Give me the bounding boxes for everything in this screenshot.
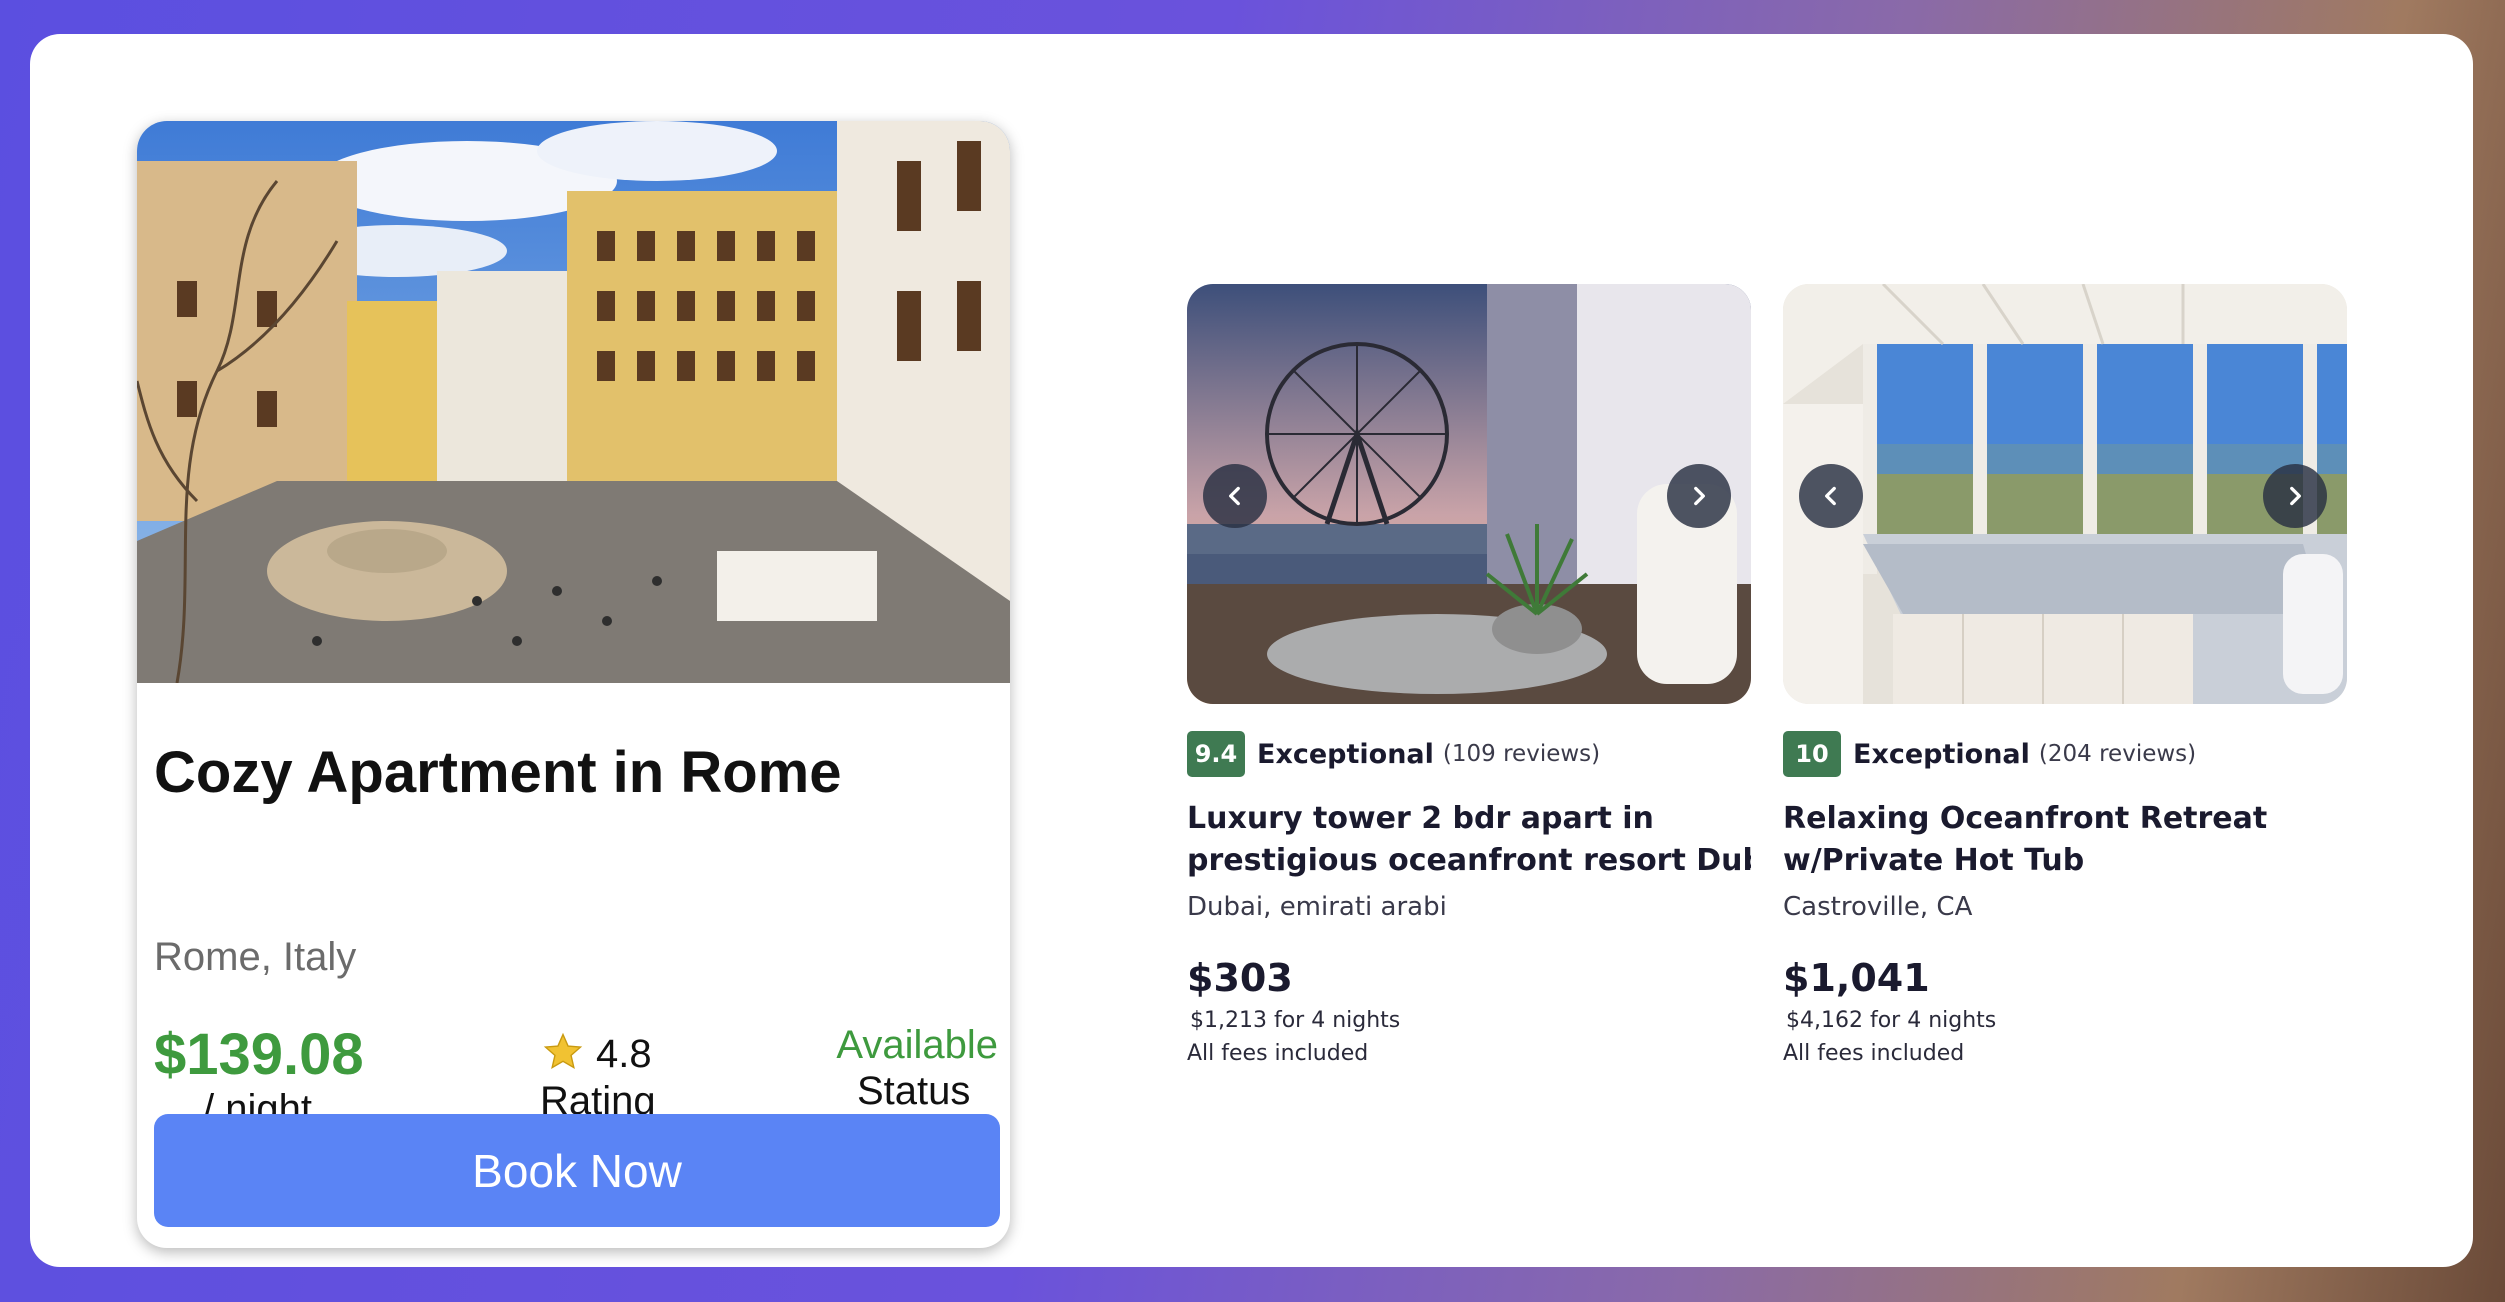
listing-nightly-price: $1,041	[1783, 956, 1930, 1000]
listing-total-price: $4,162 for 4 nights	[1786, 1008, 1997, 1033]
previous-photo-button[interactable]	[1203, 464, 1267, 528]
review-score-row: 9.4 Exceptional (109 reviews)	[1187, 731, 1600, 777]
chevron-left-icon	[1825, 486, 1836, 506]
review-score-label: Exceptional	[1853, 738, 2030, 770]
listing-location: Rome, Italy	[154, 935, 357, 979]
listing-photo-dubai[interactable]	[1187, 284, 1751, 704]
review-score-row: 10 Exceptional (204 reviews)	[1783, 731, 2196, 777]
listing-title-line: prestigious oceanfront resort Dub...	[1187, 843, 1751, 878]
next-photo-button[interactable]	[2263, 464, 2327, 528]
listing-total-price: $1,213 for 4 nights	[1190, 1008, 1401, 1033]
chevron-left-icon	[1229, 486, 1240, 506]
listing-title-line: w/Private Hot Tub	[1783, 843, 2085, 878]
book-now-button[interactable]: Book Now	[154, 1114, 1000, 1227]
review-count: (109 reviews)	[1442, 741, 1601, 767]
content-panel: Cozy Apartment in Rome Rome, Italy $139.…	[30, 34, 2473, 1267]
listing-location: Castroville, CA	[1783, 892, 1973, 922]
listing-nightly-price: $303	[1187, 956, 1293, 1000]
review-count: (204 reviews)	[2038, 741, 2197, 767]
rating-value: 4.8	[596, 1032, 652, 1076]
listing-title: Cozy Apartment in Rome	[154, 740, 842, 805]
review-score-badge: 10	[1783, 731, 1841, 777]
star-icon	[542, 1031, 584, 1078]
review-score-label: Exceptional	[1257, 738, 1434, 770]
featured-listing-card: Cozy Apartment in Rome Rome, Italy $139.…	[137, 121, 1010, 1248]
listing-photo-castroville[interactable]	[1783, 284, 2347, 704]
listing-title-link[interactable]: Luxury tower 2 bdr apart in prestigious …	[1187, 798, 1751, 882]
status-label: Status	[857, 1069, 971, 1113]
listing-card-dubai[interactable]: 9.4 Exceptional (109 reviews) Luxury tow…	[1187, 284, 1751, 1066]
chevron-right-icon	[1694, 486, 1705, 506]
review-score-badge: 9.4	[1187, 731, 1245, 777]
rating-row: 4.8	[542, 1031, 652, 1078]
listing-card-castroville[interactable]: 10 Exceptional (204 reviews) Relaxing Oc…	[1783, 284, 2347, 1066]
listing-location: Dubai, emirati arabi	[1187, 892, 1447, 922]
previous-photo-button[interactable]	[1799, 464, 1863, 528]
next-photo-button[interactable]	[1667, 464, 1731, 528]
listing-title-line: Relaxing Oceanfront Retreat	[1783, 801, 2268, 836]
rome-piazza-photo	[137, 121, 1010, 683]
listing-fees-note: All fees included	[1187, 1041, 1369, 1066]
listing-title-line: Luxury tower 2 bdr apart in	[1187, 801, 1654, 836]
chevron-right-icon	[2290, 486, 2301, 506]
listing-fees-note: All fees included	[1783, 1041, 1965, 1066]
listing-title-link[interactable]: Relaxing Oceanfront Retreat w/Private Ho…	[1783, 798, 2347, 882]
availability-status: Available	[836, 1023, 998, 1067]
price-per-night: $139.08	[154, 1022, 364, 1087]
